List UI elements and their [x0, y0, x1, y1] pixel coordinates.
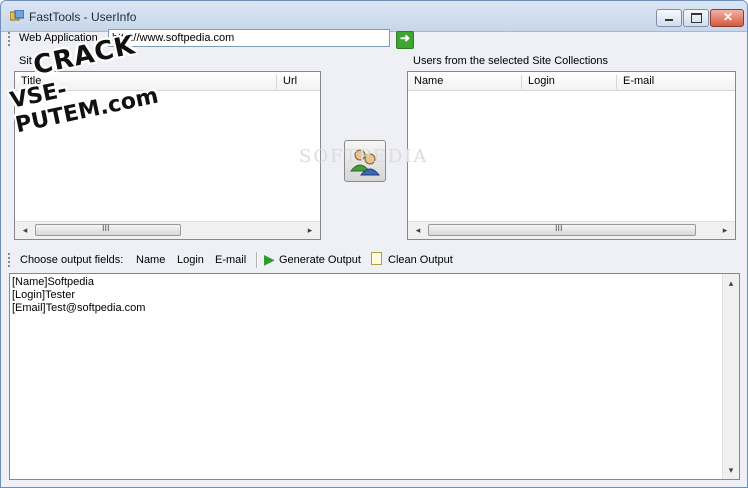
column-header-login[interactable]: Login [522, 75, 617, 89]
scroll-right-icon[interactable]: ▸ [302, 223, 318, 237]
users-group-label: Users from the selected Site Collections [413, 55, 609, 67]
choose-output-fields-label: Choose output fields: [20, 254, 124, 266]
output-line-email: [Email]Test@softpedia.com [12, 302, 146, 314]
field-login-button[interactable]: Login [177, 254, 204, 266]
users-listview[interactable]: Name Login E-mail ◂ III ▸ [407, 71, 736, 240]
scroll-grip: III [555, 223, 563, 233]
column-header-name[interactable]: Name [408, 75, 522, 89]
go-button[interactable]: ➜ [396, 31, 414, 49]
output-line-name: [Name]Softpedia [12, 276, 94, 288]
maximize-icon [691, 13, 702, 23]
scroll-thumb[interactable]: III [35, 223, 181, 236]
minimize-icon [665, 19, 673, 21]
scroll-down-icon[interactable]: ▾ [723, 463, 739, 477]
output-textarea[interactable]: [Name]Softpedia [Login]Tester [Email]Tes… [9, 273, 740, 480]
window-title: FastTools - UserInfo [29, 10, 137, 24]
arrow-right-icon: ➜ [400, 31, 411, 45]
app-icon [10, 10, 24, 21]
sites-horizontal-scrollbar[interactable]: ◂ III ▸ [15, 221, 320, 239]
toolbar-grip[interactable] [8, 32, 12, 46]
maximize-button[interactable] [683, 9, 709, 27]
scroll-up-icon[interactable]: ▴ [723, 276, 739, 290]
scroll-left-icon[interactable]: ◂ [17, 223, 33, 237]
output-line-login: [Login]Tester [12, 289, 75, 301]
close-button[interactable]: ✕ [710, 9, 744, 27]
output-vertical-scrollbar[interactable]: ▴ ▾ [722, 274, 739, 479]
field-email-button[interactable]: E-mail [215, 254, 246, 266]
column-header-email[interactable]: E-mail [617, 75, 735, 89]
generate-output-button[interactable]: Generate Output [279, 254, 361, 266]
toolbar-grip[interactable] [8, 253, 12, 267]
softpedia-watermark: SOFTPEDIA [299, 146, 429, 167]
scroll-grip: III [102, 223, 110, 233]
toolbar-separator [256, 252, 258, 268]
output-toolbar: Choose output fields: Name Login E-mail … [4, 250, 744, 272]
field-name-button[interactable]: Name [136, 254, 165, 266]
close-icon: ✕ [723, 10, 734, 24]
clean-document-icon [371, 252, 382, 265]
scroll-left-icon[interactable]: ◂ [410, 223, 426, 237]
scroll-thumb[interactable]: III [428, 223, 696, 236]
minimize-button[interactable] [656, 9, 682, 27]
app-window: FastTools - UserInfo ✕ Web Application ➜… [0, 0, 748, 488]
users-group: Users from the selected Site Collections… [405, 53, 739, 241]
column-header-url[interactable]: Url [277, 75, 320, 89]
scroll-right-icon[interactable]: ▸ [717, 223, 733, 237]
users-list-header: Name Login E-mail [408, 72, 735, 91]
play-icon: ▶ [264, 251, 275, 267]
users-horizontal-scrollbar[interactable]: ◂ III ▸ [408, 221, 735, 239]
clean-output-button[interactable]: Clean Output [388, 254, 453, 266]
